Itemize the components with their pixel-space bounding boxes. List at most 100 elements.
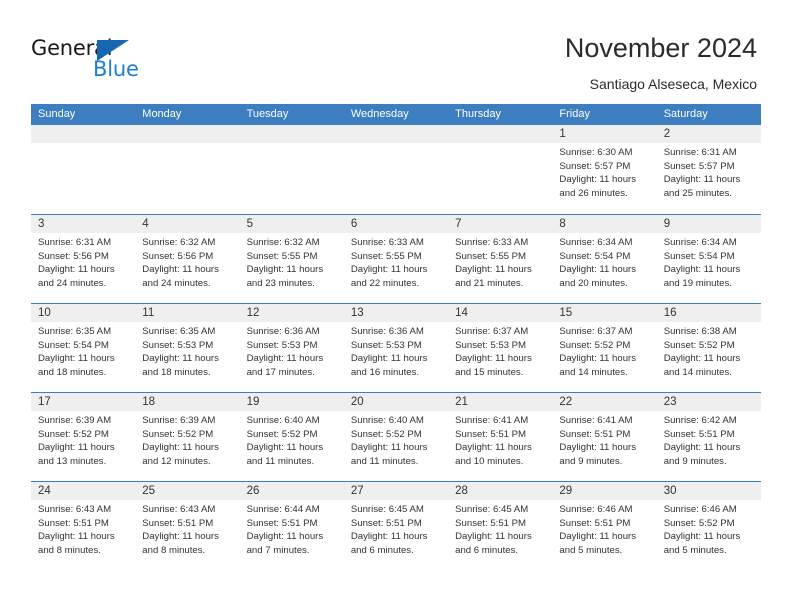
- calendar-day-cell[interactable]: 12 Sunrise: 6:36 AM Sunset: 5:53 PM Dayligh…: [239, 304, 344, 392]
- day-daylight1-text: Daylight: 11 hours: [455, 353, 532, 365]
- day-sunset-text: Sunset: 5:52 PM: [350, 428, 422, 440]
- calendar-day-cell[interactable]: 20 Sunrise: 6:40 AM Sunset: 5:52 PM Dayligh…: [343, 393, 449, 481]
- day-number: 3: [38, 218, 45, 230]
- weekday-tuesday: Tuesday: [246, 108, 289, 120]
- day-sun-info: Sunrise: 6:32 AM Sunset: 5:56 PM Daylight:…: [135, 233, 239, 290]
- day-daylight1-text: Daylight: 11 hours: [559, 264, 637, 276]
- calendar-week-row: 1 Sunrise: 6:30 AM Sunset: 5:57 PM Daylight…: [31, 125, 761, 214]
- day-sunrise-text: Sunrise: 6:30 AM: [559, 147, 633, 158]
- calendar-day-cell[interactable]: 21 Sunrise: 6:41 AM Sunset: 5:51 PM Dayligh…: [448, 393, 553, 481]
- day-daylight1-text: Daylight: 11 hours: [246, 264, 324, 276]
- calendar-day-cell[interactable]: 28 Sunrise: 6:45 AM Sunset: 5:51 PM Dayligh…: [448, 482, 553, 570]
- calendar-day-cell[interactable]: 18 Sunrise: 6:39 AM Sunset: 5:52 PM Dayligh…: [135, 393, 240, 481]
- calendar-day-cell[interactable]: 5 Sunrise: 6:32 AM Sunset: 5:55 PM Daylight…: [239, 215, 344, 303]
- day-number-band: 14: [448, 304, 553, 322]
- day-sunrise-text: Sunrise: 6:31 AM: [663, 147, 737, 158]
- day-sun-info: Sunrise: 6:34 AM Sunset: 5:54 PM Daylight:…: [552, 233, 656, 290]
- day-number-band: 5: [239, 215, 344, 233]
- day-daylight2-text: and 17 minutes.: [246, 366, 315, 378]
- day-sunrise-text: Sunrise: 6:35 AM: [38, 326, 112, 337]
- day-sunset-text: Sunset: 5:57 PM: [663, 160, 735, 172]
- day-daylight1-text: Daylight: 11 hours: [142, 264, 219, 276]
- day-sunrise-text: Sunrise: 6:44 AM: [246, 504, 320, 515]
- calendar-day-cell-empty: [31, 125, 136, 214]
- day-daylight1-text: Daylight: 11 hours: [663, 442, 741, 454]
- day-sunrise-text: Sunrise: 6:35 AM: [142, 326, 216, 337]
- calendar-day-cell[interactable]: 11 Sunrise: 6:35 AM Sunset: 5:53 PM Dayligh…: [135, 304, 240, 392]
- day-sunset-text: Sunset: 5:52 PM: [663, 339, 735, 351]
- day-sunrise-text: Sunrise: 6:42 AM: [663, 415, 737, 426]
- calendar-day-cell[interactable]: 26 Sunrise: 6:44 AM Sunset: 5:51 PM Dayligh…: [239, 482, 344, 570]
- day-daylight1-text: Daylight: 11 hours: [350, 442, 428, 454]
- calendar-day-cell[interactable]: 25 Sunrise: 6:43 AM Sunset: 5:51 PM Dayligh…: [135, 482, 240, 570]
- day-sunrise-text: Sunrise: 6:41 AM: [455, 415, 529, 426]
- calendar-day-cell[interactable]: 19 Sunrise: 6:40 AM Sunset: 5:52 PM Dayligh…: [239, 393, 344, 481]
- calendar-day-cell[interactable]: 22 Sunrise: 6:41 AM Sunset: 5:51 PM Dayligh…: [552, 393, 657, 481]
- day-sun-info: Sunrise: 6:34 AM Sunset: 5:54 PM Daylight:…: [657, 233, 761, 290]
- day-daylight1-text: Daylight: 11 hours: [38, 442, 115, 454]
- calendar-day-cell[interactable]: 9 Sunrise: 6:34 AM Sunset: 5:54 PM Daylight…: [656, 215, 761, 303]
- calendar-day-cell[interactable]: 8 Sunrise: 6:34 AM Sunset: 5:54 PM Daylight…: [552, 215, 657, 303]
- day-sunset-text: Sunset: 5:53 PM: [455, 339, 527, 351]
- day-sun-info: Sunrise: 6:41 AM Sunset: 5:51 PM Daylight:…: [448, 411, 552, 468]
- calendar-day-cell[interactable]: 24 Sunrise: 6:43 AM Sunset: 5:51 PM Dayligh…: [31, 482, 136, 570]
- day-daylight1-text: Daylight: 11 hours: [246, 353, 324, 365]
- day-daylight1-text: Daylight: 11 hours: [559, 531, 637, 543]
- calendar-day-cell[interactable]: 16 Sunrise: 6:38 AM Sunset: 5:52 PM Dayligh…: [656, 304, 761, 392]
- day-number: 27: [350, 485, 364, 497]
- day-sunrise-text: Sunrise: 6:36 AM: [350, 326, 424, 337]
- day-daylight2-text: and 6 minutes.: [455, 544, 519, 556]
- day-number-band: 29: [552, 482, 657, 500]
- day-daylight1-text: Daylight: 11 hours: [559, 442, 637, 454]
- day-number: 8: [559, 218, 566, 230]
- calendar-day-cell[interactable]: 27 Sunrise: 6:45 AM Sunset: 5:51 PM Dayligh…: [343, 482, 449, 570]
- day-daylight1-text: Daylight: 11 hours: [246, 531, 324, 543]
- day-daylight2-text: and 18 minutes.: [38, 366, 107, 378]
- day-number-band: 28: [448, 482, 553, 500]
- day-sun-info: Sunrise: 6:40 AM Sunset: 5:52 PM Daylight:…: [344, 411, 448, 468]
- day-number: 1: [559, 128, 566, 140]
- calendar-day-cell-empty: [135, 125, 240, 214]
- day-daylight2-text: and 19 minutes.: [663, 277, 732, 289]
- day-sunrise-text: Sunrise: 6:31 AM: [38, 237, 112, 248]
- day-daylight1-text: Daylight: 11 hours: [38, 353, 115, 365]
- calendar-day-cell[interactable]: 17 Sunrise: 6:39 AM Sunset: 5:52 PM Dayligh…: [31, 393, 136, 481]
- generalblue-logo[interactable]: General Blue: [31, 36, 171, 86]
- calendar-day-cell[interactable]: 23 Sunrise: 6:42 AM Sunset: 5:51 PM Dayligh…: [656, 393, 761, 481]
- day-daylight2-text: and 14 minutes.: [559, 366, 628, 378]
- page-subtitle-location: Santiago Alseseca, Mexico: [589, 76, 757, 92]
- day-sunset-text: Sunset: 5:51 PM: [38, 517, 109, 529]
- day-sunrise-text: Sunrise: 6:41 AM: [559, 415, 633, 426]
- day-daylight2-text: and 25 minutes.: [663, 187, 732, 199]
- day-sun-info: Sunrise: 6:46 AM Sunset: 5:51 PM Daylight:…: [552, 500, 656, 557]
- calendar-day-cell[interactable]: 7 Sunrise: 6:33 AM Sunset: 5:55 PM Daylight…: [448, 215, 553, 303]
- calendar-day-cell-empty: [239, 125, 344, 214]
- day-sunset-text: Sunset: 5:52 PM: [38, 428, 109, 440]
- calendar-day-cell[interactable]: 10 Sunrise: 6:35 AM Sunset: 5:54 PM Dayligh…: [31, 304, 136, 392]
- day-number-band: 26: [239, 482, 344, 500]
- day-number-band: 15: [552, 304, 657, 322]
- page-header: General Blue November 2024 Santiago Alse…: [0, 0, 792, 100]
- calendar-day-cell[interactable]: 13 Sunrise: 6:36 AM Sunset: 5:53 PM Dayligh…: [343, 304, 449, 392]
- day-sun-info: Sunrise: 6:43 AM Sunset: 5:51 PM Daylight:…: [135, 500, 239, 557]
- calendar-day-cell[interactable]: 29 Sunrise: 6:46 AM Sunset: 5:51 PM Dayligh…: [552, 482, 657, 570]
- calendar-day-cell[interactable]: 6 Sunrise: 6:33 AM Sunset: 5:55 PM Daylight…: [343, 215, 449, 303]
- day-sun-info: Sunrise: 6:33 AM Sunset: 5:55 PM Daylight:…: [344, 233, 448, 290]
- day-daylight2-text: and 7 minutes.: [246, 544, 310, 556]
- calendar-day-cell[interactable]: 4 Sunrise: 6:32 AM Sunset: 5:56 PM Daylight…: [135, 215, 240, 303]
- day-daylight2-text: and 5 minutes.: [559, 544, 623, 556]
- calendar-day-cell[interactable]: 14 Sunrise: 6:37 AM Sunset: 5:53 PM Dayligh…: [448, 304, 553, 392]
- day-daylight2-text: and 21 minutes.: [455, 277, 524, 289]
- day-sun-info: Sunrise: 6:38 AM Sunset: 5:52 PM Daylight:…: [657, 322, 761, 379]
- day-sunrise-text: Sunrise: 6:45 AM: [455, 504, 529, 515]
- calendar-day-cell[interactable]: 1 Sunrise: 6:30 AM Sunset: 5:57 PM Daylight…: [552, 125, 657, 214]
- calendar-day-cell[interactable]: 3 Sunrise: 6:31 AM Sunset: 5:56 PM Daylight…: [31, 215, 136, 303]
- day-daylight1-text: Daylight: 11 hours: [663, 264, 741, 276]
- day-sunset-text: Sunset: 5:54 PM: [663, 250, 735, 262]
- day-daylight2-text: and 11 minutes.: [246, 455, 315, 467]
- calendar-day-cell[interactable]: 15 Sunrise: 6:37 AM Sunset: 5:52 PM Dayligh…: [552, 304, 657, 392]
- calendar-day-cell[interactable]: 2 Sunrise: 6:31 AM Sunset: 5:57 PM Daylight…: [656, 125, 761, 214]
- day-number-band: 16: [656, 304, 761, 322]
- calendar-day-cell[interactable]: 30 Sunrise: 6:46 AM Sunset: 5:52 PM Dayligh…: [656, 482, 761, 570]
- day-number-band: 22: [552, 393, 657, 411]
